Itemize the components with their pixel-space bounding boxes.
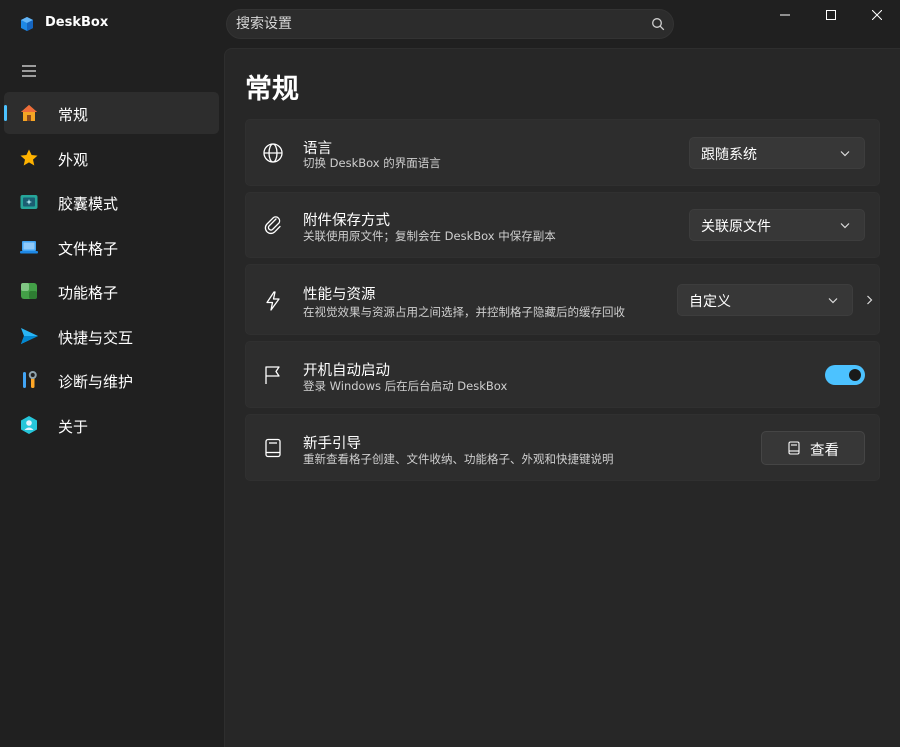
setting-description: 关联使用原文件；复制会在 DeskBox 中保存副本	[303, 229, 556, 243]
attachment-dropdown[interactable]: 关联原文件	[689, 209, 865, 241]
sidebar-item-file-grid[interactable]: 文件格子	[4, 226, 219, 268]
sidebar-item-diagnostics[interactable]: 诊断与维护	[4, 359, 219, 401]
performance-dropdown[interactable]: 自定义	[677, 284, 853, 316]
lightning-icon	[266, 291, 280, 311]
hamburger-menu-icon[interactable]	[20, 63, 38, 79]
sidebar-item-shortcuts[interactable]: 快捷与交互	[4, 315, 219, 357]
toggle-knob	[849, 369, 861, 381]
app-title: DeskBox	[45, 15, 109, 30]
sidebar-item-appearance[interactable]: 外观	[4, 137, 219, 179]
paperclip-icon	[264, 216, 281, 235]
book-icon	[265, 438, 281, 458]
capsule-icon	[20, 195, 38, 209]
sidebar-item-label: 功能格子	[58, 284, 119, 302]
sidebar-item-general[interactable]: 常规	[4, 92, 219, 134]
sidebar-item-label: 常规	[58, 106, 89, 124]
search-input[interactable]	[236, 13, 636, 35]
setting-title: 新手引导	[303, 436, 361, 452]
chevron-down-icon	[828, 298, 838, 304]
minimize-button[interactable]	[762, 0, 808, 30]
dropdown-value: 跟随系统	[701, 147, 757, 163]
chevron-down-icon	[840, 223, 850, 229]
page-title: 常规	[245, 74, 299, 105]
minimize-icon	[780, 14, 790, 16]
setting-description: 在视觉效果与资源占用之间选择，并控制格子隐藏后的缓存回收	[303, 305, 625, 319]
setting-title: 附件保存方式	[303, 213, 390, 229]
setting-card-autostart: 开机自动启动 登录 Windows 后在后台启动 DeskBox	[245, 341, 880, 408]
sidebar-item-capsule-mode[interactable]: 胶囊模式	[4, 181, 219, 223]
dropdown-value: 自定义	[689, 294, 731, 310]
home-icon	[21, 105, 37, 121]
globe-icon	[263, 143, 283, 163]
sidebar-nav: 常规 外观 胶囊模式 文件格子 功能格子 快捷与交互 诊断与维护 关于	[4, 92, 219, 448]
book-icon	[788, 441, 800, 455]
title-bar: DeskBox	[0, 0, 900, 48]
app-logo-icon	[21, 17, 33, 31]
sidebar-item-label: 关于	[58, 417, 89, 436]
info-badge-icon	[21, 415, 37, 434]
flag-icon	[265, 366, 280, 384]
maximize-icon	[826, 10, 836, 20]
chevron-down-icon	[840, 151, 850, 157]
active-indicator	[4, 105, 7, 121]
app-window: DeskBox 搜索设置 常规 外观 胶囊模式 文件格子 功能格子 快捷与交互 …	[0, 0, 900, 747]
sidebar-item-label: 外观	[58, 150, 89, 169]
dropdown-value: 关联原文件	[701, 219, 771, 235]
setting-title: 性能与资源	[303, 287, 376, 303]
grid-icon	[21, 283, 37, 299]
close-icon	[872, 10, 882, 20]
sidebar-item-label: 文件格子	[58, 239, 119, 258]
tools-icon	[23, 371, 37, 388]
sidebar-item-about[interactable]: 关于	[4, 404, 219, 446]
chevron-right-icon[interactable]	[866, 295, 873, 305]
sidebar-item-label: 快捷与交互	[58, 328, 134, 347]
send-icon	[21, 327, 38, 344]
setting-card-attachment: 附件保存方式 关联使用原文件；复制会在 DeskBox 中保存副本 关联原文件	[245, 192, 880, 258]
setting-card-performance[interactable]: 性能与资源 在视觉效果与资源占用之间选择，并控制格子隐藏后的缓存回收 自定义	[245, 264, 880, 335]
setting-description: 切换 DeskBox 的界面语言	[303, 156, 441, 170]
search-icon[interactable]	[651, 17, 665, 31]
language-dropdown[interactable]: 跟随系统	[689, 137, 865, 169]
autostart-toggle[interactable]	[825, 365, 865, 385]
setting-description: 登录 Windows 后在后台启动 DeskBox	[303, 379, 508, 393]
sidebar-item-function-grid[interactable]: 功能格子	[4, 270, 219, 312]
view-button-label: 查看	[810, 443, 839, 459]
maximize-button[interactable]	[808, 0, 854, 30]
setting-card-language: 语言 切换 DeskBox 的界面语言 跟随系统	[245, 119, 880, 186]
setting-card-guide: 新手引导 重新查看格子创建、文件收纳、功能格子、外观和快捷键说明 查看	[245, 414, 880, 481]
sidebar-item-label: 胶囊模式	[58, 195, 119, 213]
search-box[interactable]	[226, 9, 674, 39]
settings-content: 常规 语言 切换 DeskBox 的界面语言 跟随系统 附件保存方式 关联使用原…	[224, 48, 900, 747]
sidebar-item-label: 诊断与维护	[58, 373, 134, 391]
setting-description: 重新查看格子创建、文件收纳、功能格子、外观和快捷键说明	[303, 452, 614, 466]
star-icon	[20, 149, 38, 165]
laptop-icon	[20, 240, 38, 253]
setting-title: 开机自动启动	[303, 363, 390, 379]
close-button[interactable]	[854, 0, 900, 30]
view-guide-button[interactable]: 查看	[761, 431, 865, 465]
